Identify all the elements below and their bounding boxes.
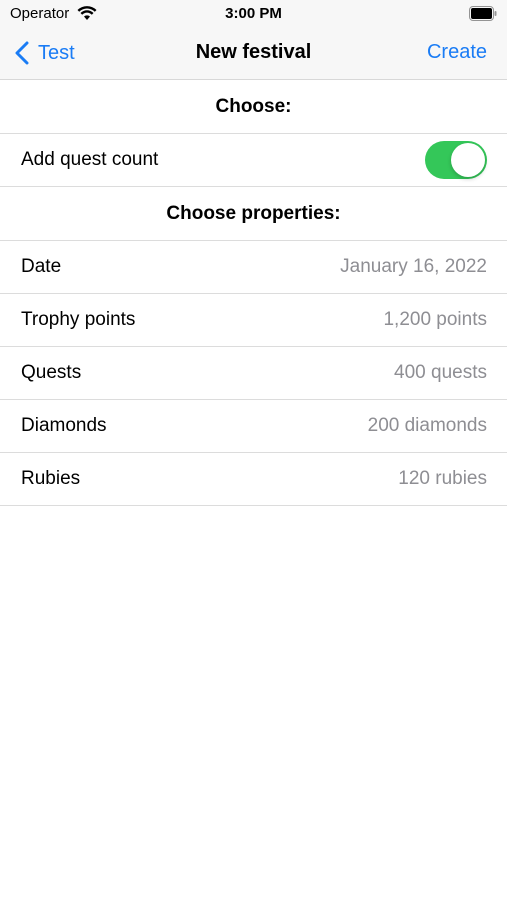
property-value: 200 diamonds <box>367 415 487 436</box>
property-row-quests[interactable]: Quests 400 quests <box>0 347 507 400</box>
status-time: 3:00 PM <box>225 5 282 22</box>
property-label: Date <box>21 256 62 277</box>
property-row-rubies[interactable]: Rubies 120 rubies <box>0 453 507 506</box>
property-label: Trophy points <box>21 309 136 330</box>
toggle-knob <box>451 143 485 177</box>
form-content: Choose: Add quest count Choose propertie… <box>0 80 507 506</box>
property-value: 120 rubies <box>398 468 487 489</box>
section-header-choose: Choose: <box>0 80 507 134</box>
property-value: January 16, 2022 <box>340 256 487 277</box>
status-bar: Operator 3:00 PM <box>0 0 507 28</box>
battery-icon <box>469 6 497 21</box>
section-header-properties: Choose properties: <box>0 187 507 241</box>
navigation-bar: Test New festival Create <box>0 28 507 80</box>
property-label: Quests <box>21 362 82 383</box>
screen: Operator 3:00 PM Test New festival Creat… <box>0 0 507 900</box>
property-label: Diamonds <box>21 415 107 436</box>
property-label: Rubies <box>21 468 81 489</box>
property-row-diamonds[interactable]: Diamonds 200 diamonds <box>0 400 507 453</box>
property-row-trophy-points[interactable]: Trophy points 1,200 points <box>0 294 507 347</box>
property-row-date[interactable]: Date January 16, 2022 <box>0 241 507 294</box>
property-value: 1,200 points <box>383 309 487 330</box>
toggle-row-label: Add quest count <box>21 149 159 170</box>
add-quest-count-toggle[interactable] <box>425 141 487 179</box>
toggle-row-add-quest-count: Add quest count <box>0 134 507 187</box>
create-button[interactable]: Create <box>427 41 487 64</box>
property-value: 400 quests <box>394 362 487 383</box>
